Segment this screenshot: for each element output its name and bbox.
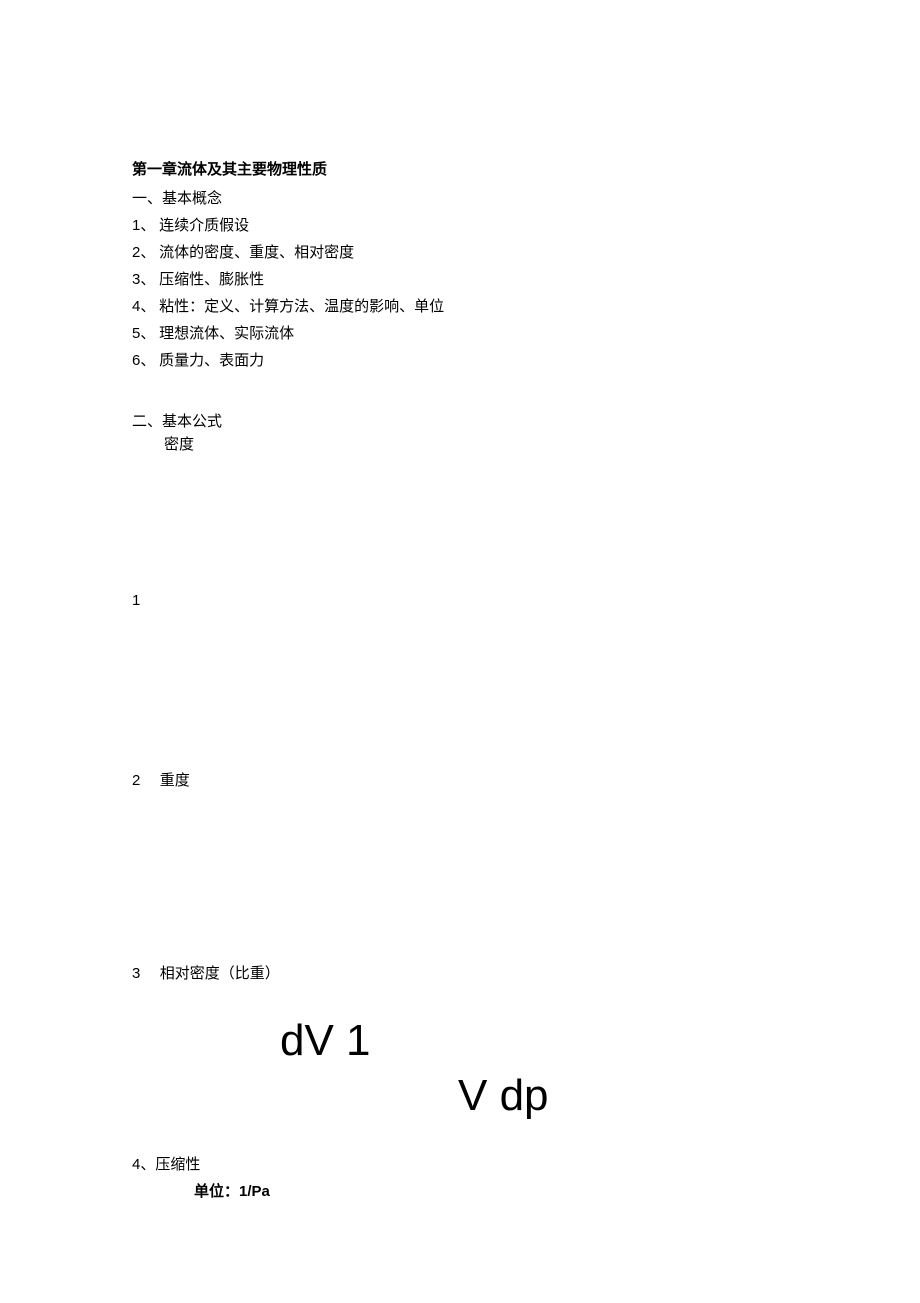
list-num: 1、	[132, 217, 155, 234]
list-text: 理想流体、实际流体	[159, 326, 294, 342]
unit-value: 1/Pa	[239, 1183, 270, 1200]
unit-label: 单位：	[194, 1184, 239, 1200]
list-item: 4、 粘性：定义、计算方法、温度的影响、单位	[132, 295, 788, 316]
formula-row-2: 2 重度	[132, 769, 788, 790]
list-num: 2、	[132, 244, 155, 261]
unit-line: 单位：1/Pa	[132, 1180, 788, 1201]
list-num: 6、	[132, 352, 155, 369]
formula-line-2: V dp	[280, 1068, 788, 1123]
formula-line-1: dV 1	[280, 1013, 788, 1068]
list-item: 5、 理想流体、实际流体	[132, 322, 788, 343]
list-item: 6、 质量力、表面力	[132, 349, 788, 370]
list-num: 4、	[132, 298, 155, 315]
formula-label-3: 相对密度（比重）	[160, 966, 280, 982]
list-item: 2、 流体的密度、重度、相对密度	[132, 241, 788, 262]
list-item: 1、 连续介质假设	[132, 214, 788, 235]
list-text: 压缩性、膨胀性	[159, 272, 264, 288]
list-item: 3、 压缩性、膨胀性	[132, 268, 788, 289]
section-2-sub: 密度	[132, 433, 788, 454]
list-text: 粘性：定义、计算方法、温度的影响、单位	[159, 299, 444, 315]
list-text: 连续介质假设	[159, 218, 249, 234]
formula-label-2: 重度	[160, 773, 190, 789]
list-num: 3、	[132, 271, 155, 288]
list-num: 5、	[132, 325, 155, 342]
list-text: 流体的密度、重度、相对密度	[159, 245, 354, 261]
formula-row-4: 4、压缩性	[132, 1153, 788, 1174]
section-2-heading: 二、基本公式	[132, 410, 788, 431]
chapter-title: 第一章流体及其主要物理性质	[132, 158, 788, 179]
formula-label-4: 压缩性	[155, 1157, 200, 1173]
section-1-heading: 一、基本概念	[132, 187, 788, 208]
formula-index-1: 1	[132, 592, 788, 609]
formula-display: dV 1 V dp	[132, 1013, 788, 1123]
formula-index-3: 3	[132, 965, 156, 982]
formula-index-2: 2	[132, 772, 156, 789]
formula-row-3: 3 相对密度（比重）	[132, 962, 788, 983]
formula-index-4: 4、	[132, 1156, 155, 1173]
list-text: 质量力、表面力	[159, 353, 264, 369]
